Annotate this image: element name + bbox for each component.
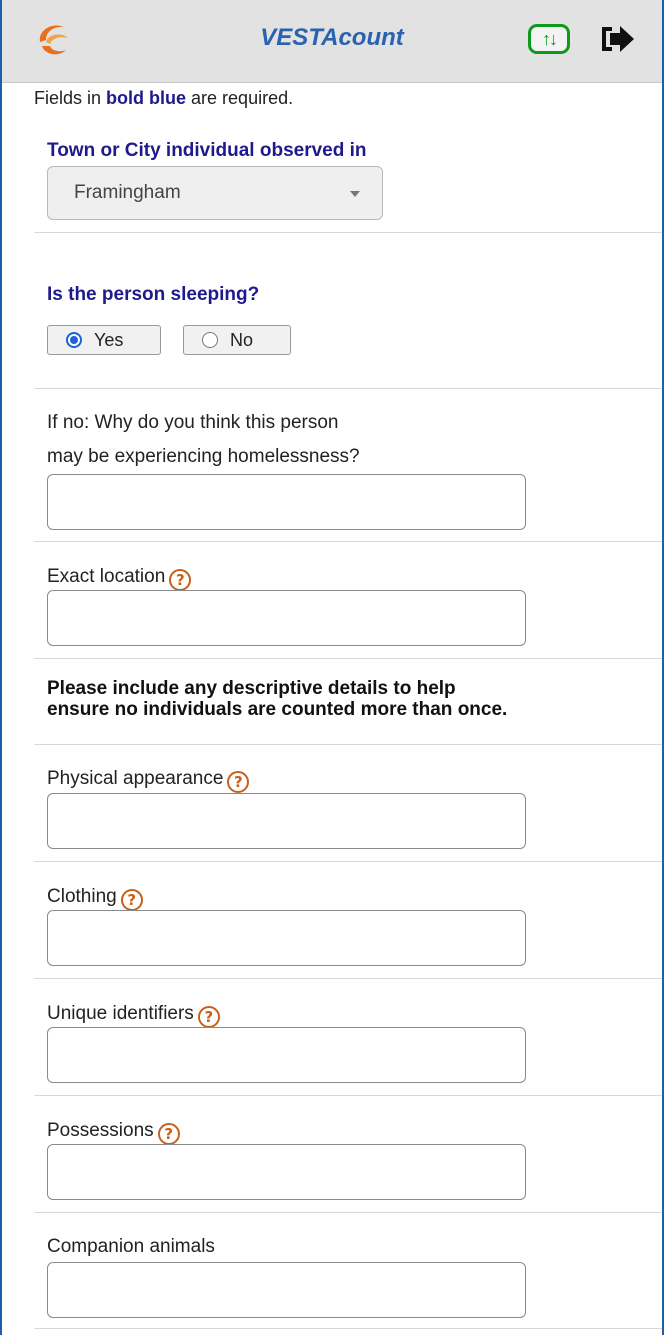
divider — [34, 1212, 662, 1213]
divider — [34, 388, 662, 389]
companion-animals-input[interactable] — [47, 1262, 526, 1318]
sleeping-label: Is the person sleeping? — [47, 284, 260, 305]
town-select[interactable]: Framingham — [47, 166, 383, 220]
descriptive-details-note: Please include any descriptive details t… — [47, 678, 508, 720]
help-icon[interactable]: ? — [120, 889, 143, 911]
help-icon[interactable]: ? — [227, 771, 250, 793]
divider — [34, 541, 662, 542]
sleeping-yes-option[interactable]: Yes — [47, 325, 161, 355]
divider — [34, 978, 662, 979]
why-homeless-label-line1: If no: Why do you think this person — [47, 412, 339, 433]
physical-appearance-input[interactable] — [47, 793, 526, 849]
app-header: VESTAcount ↑↓ — [2, 0, 662, 83]
sync-arrows-icon: ↑↓ — [542, 28, 558, 49]
divider — [34, 232, 662, 233]
sleeping-no-label: No — [230, 329, 254, 350]
exact-location-label: Exact location? — [47, 566, 192, 591]
divider — [34, 1328, 662, 1329]
sleeping-no-option[interactable]: No — [183, 325, 291, 355]
chevron-down-icon — [350, 191, 360, 197]
unique-identifiers-input[interactable] — [47, 1027, 526, 1083]
sleeping-yes-label: Yes — [94, 329, 124, 350]
radio-selected-icon — [66, 332, 82, 348]
why-homeless-input[interactable] — [47, 474, 526, 530]
exact-location-input[interactable] — [47, 590, 526, 646]
help-icon[interactable]: ? — [157, 1123, 180, 1145]
app-frame: VESTAcount ↑↓ Fields in bold blue are re… — [0, 0, 664, 1335]
why-homeless-label-line2: may be experiencing homelessness? — [47, 446, 360, 467]
town-select-value: Framingham — [74, 182, 181, 203]
divider — [34, 1095, 662, 1096]
divider — [34, 744, 662, 745]
clothing-label: Clothing? — [47, 886, 143, 911]
possessions-label: Possessions? — [47, 1120, 180, 1145]
radio-unselected-icon — [202, 332, 218, 348]
logout-icon[interactable] — [598, 23, 638, 55]
required-fields-note: Fields in bold blue are required. — [34, 88, 294, 108]
help-icon[interactable]: ? — [197, 1006, 220, 1028]
companion-animals-label: Companion animals — [47, 1236, 215, 1257]
physical-appearance-label: Physical appearance? — [47, 768, 250, 793]
help-icon[interactable]: ? — [169, 569, 192, 591]
unique-identifiers-label: Unique identifiers? — [47, 1003, 220, 1028]
town-label: Town or City individual observed in — [47, 140, 367, 161]
divider — [34, 658, 662, 659]
sync-button[interactable]: ↑↓ — [528, 24, 570, 54]
divider — [34, 861, 662, 862]
possessions-input[interactable] — [47, 1144, 526, 1200]
clothing-input[interactable] — [47, 910, 526, 966]
